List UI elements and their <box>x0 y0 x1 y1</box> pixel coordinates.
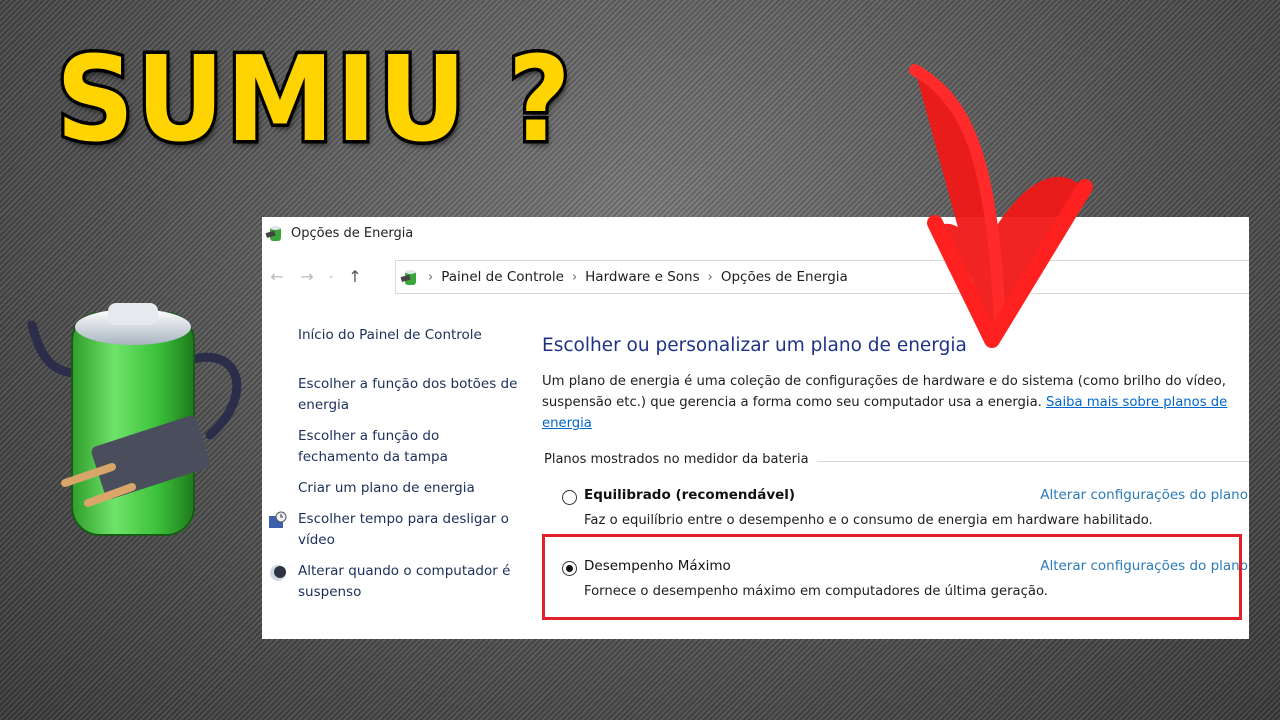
plan-description: Faz o equilíbrio entre o desempenho e o … <box>584 513 1153 528</box>
forward-button[interactable]: → <box>292 267 322 286</box>
sidebar-item-label: Início do Painel de Controle <box>298 327 482 343</box>
address-bar[interactable]: › Painel de Controle › Hardware e Sons ›… <box>395 260 1249 294</box>
sidebar-item-label: Escolher a função dos botões de energia <box>298 376 518 413</box>
breadcrumb-separator: › <box>571 269 578 285</box>
sidebar-item-lid-close[interactable]: Escolher a função do fechamento da tampa <box>298 426 518 468</box>
page-title: Escolher ou personalizar um plano de ene… <box>542 335 967 356</box>
sidebar-item-display-off[interactable]: Escolher tempo para desligar o vídeo <box>269 509 518 551</box>
highlight-box <box>542 534 1242 620</box>
headline-text: SUMIU ? <box>53 30 574 168</box>
display-clock-icon <box>269 511 287 528</box>
breadcrumb-hardware-sound[interactable]: Hardware e Sons <box>585 269 700 285</box>
sidebar-item-label: Escolher a função do fechamento da tampa <box>298 428 448 465</box>
back-button[interactable]: ← <box>262 267 292 286</box>
sidebar-item-power-buttons[interactable]: Escolher a função dos botões de energia <box>298 374 518 416</box>
power-options-icon <box>265 226 281 241</box>
sidebar-item-create-plan[interactable]: Criar um plano de energia <box>298 478 518 499</box>
plan-balanced-radio[interactable] <box>562 490 577 505</box>
up-button[interactable]: ↑ <box>340 267 370 286</box>
change-plan-settings-link[interactable]: Alterar configurações do plano <box>1040 487 1248 503</box>
navigation-bar: ← → ⌄ ↑ › Painel de Controle › Hardware … <box>262 257 1249 295</box>
plan-name[interactable]: Equilibrado (recomendável) <box>584 487 795 503</box>
sidebar-item-label: Criar um plano de energia <box>298 480 475 496</box>
breadcrumb-control-panel[interactable]: Painel de Controle <box>441 269 564 285</box>
window-title: Opções de Energia <box>291 225 414 241</box>
sidebar-item-sleep[interactable]: Alterar quando o computador é suspenso <box>270 561 518 603</box>
sidebar-item-label: Alterar quando o computador é suspenso <box>298 563 511 600</box>
power-options-window: Opções de Energia ← → ⌄ ↑ › Painel de Co… <box>262 217 1249 639</box>
breadcrumb-separator: › <box>428 269 434 285</box>
sidebar-item-label: Escolher tempo para desligar o vídeo <box>298 511 509 548</box>
sidebar-item-control-panel-home[interactable]: Início do Painel de Controle <box>298 325 518 346</box>
moon-sleep-icon <box>270 565 286 581</box>
page-description: Um plano de energia é uma coleção de con… <box>542 371 1232 434</box>
power-options-icon <box>400 270 416 285</box>
breadcrumb-power-options[interactable]: Opções de Energia <box>721 269 848 285</box>
battery-plug-icon <box>27 303 242 536</box>
recent-locations-button[interactable]: ⌄ <box>322 271 340 281</box>
title-bar: Opções de Energia <box>262 217 1249 249</box>
group-divider <box>812 461 1249 462</box>
breadcrumb-separator: › <box>707 269 713 285</box>
group-label: Planos mostrados no medidor da bateria <box>544 452 817 467</box>
